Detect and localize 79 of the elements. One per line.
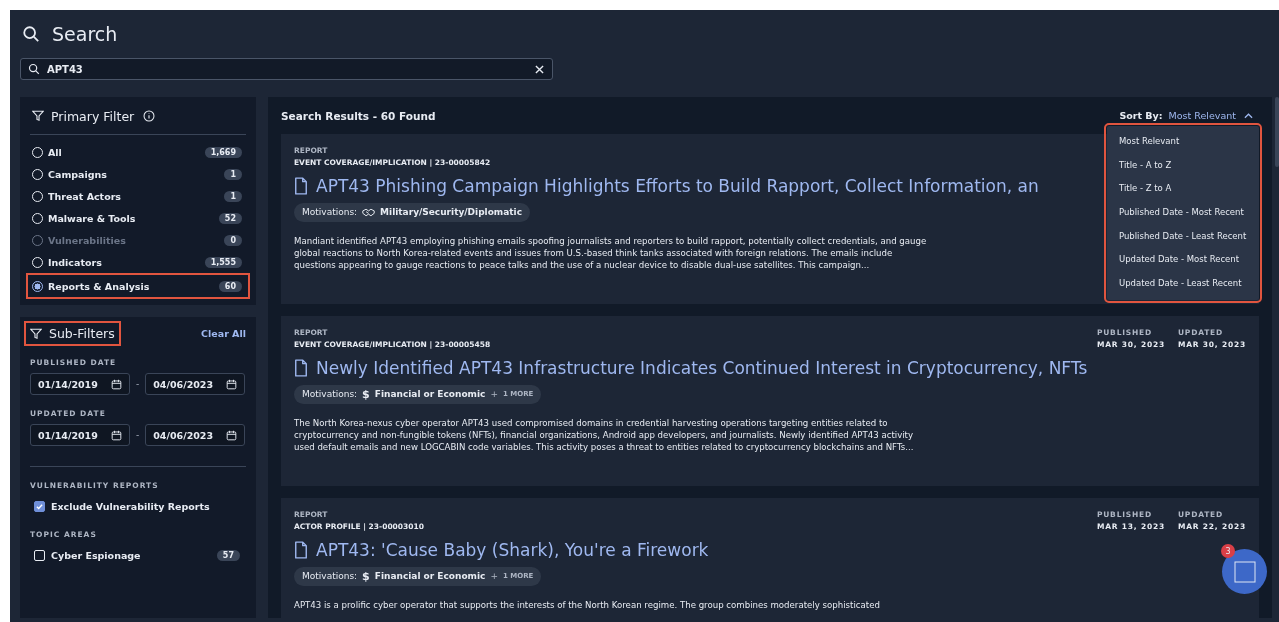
filter-label: Campaigns — [48, 168, 108, 180]
date-field[interactable]: 04/06/2023 — [145, 373, 246, 395]
page-title: Search — [52, 23, 118, 45]
radio-button[interactable] — [32, 280, 43, 292]
motivation-value: Military/Security/Diplomatic — [380, 207, 523, 217]
count-badge: 1,669 — [204, 146, 242, 158]
checkbox[interactable] — [34, 500, 45, 512]
calendar-icon — [226, 429, 238, 441]
date-field[interactable]: 04/06/2023 — [145, 424, 246, 446]
clear-all-link[interactable]: Clear All — [201, 328, 246, 339]
count-badge: 57 — [216, 549, 240, 561]
menu-item[interactable]: Published Date - Most Recent — [1107, 201, 1259, 225]
filter-label: Malware & Tools — [48, 212, 137, 224]
report-summary: APT43 is a prolific cyber operator that supports the interests of the North Korean regime. The group combines moderately sophisticated — [294, 598, 881, 611]
handshake-icon — [362, 207, 376, 217]
dollar-symbol: $ — [362, 387, 370, 401]
search-icon — [22, 25, 40, 43]
image-icon — [1233, 560, 1256, 583]
menu-item[interactable]: Updated Date - Least Recent — [1107, 272, 1259, 296]
panel-title: Primary Filter — [51, 108, 135, 124]
report-summary: The North Korea-nexus cyber operator APT43 used compromised domains in credential harvesting operations targeting entities related to cryptocurrency and non-fungible tokens (NFTs), financial organizations, Android app developers, and journalists. Newly identified APT43 activity used default emails and new LOGCABIN code variables. This activity poses a threat to entities related to cryptocurrency blockchains and NFTs... — [294, 416, 915, 454]
document-icon — [294, 541, 308, 559]
results-heading: Search Results - 60 Found — [281, 109, 436, 122]
panel-title: Sub-Filters — [49, 326, 115, 341]
filter-icon — [30, 327, 42, 340]
count-badge: 60 — [218, 280, 242, 292]
dollar-symbol: $ — [362, 569, 370, 583]
filter-label: Threat Actors — [48, 190, 123, 202]
date-field[interactable]: 01/14/2019 — [30, 373, 130, 395]
menu-item[interactable]: Published Date - Least Recent — [1107, 224, 1259, 249]
checkbox-option[interactable]: Cyber Espionage 57 — [30, 545, 246, 565]
search-field[interactable]: APT43 — [20, 58, 553, 80]
report-title-link[interactable]: APT43 Phishing Campaign Highlights Efforts to Build Rapport, Collect Information, an — [316, 176, 1039, 196]
count-badge: 52 — [218, 212, 242, 224]
filter-icon — [32, 110, 44, 122]
filter-option[interactable]: Malware & Tools 52 — [30, 207, 246, 229]
calendar-icon — [226, 378, 238, 390]
range-separator: - — [136, 430, 140, 440]
info-icon[interactable] — [143, 110, 156, 122]
motivation-value: Financial or Economic — [374, 389, 486, 399]
sort-label: Sort By: — [1119, 110, 1163, 121]
motivation-label: Motivations: — [302, 389, 358, 399]
plus-sign: + — [490, 571, 498, 581]
report-summary: Mandiant identified APT43 employing phishing emails spoofing journalists and reporters to build rapport, potentially collect credentials, and gauge global reactions to North Korea-related events and issues from U.S.-based think tanks associated with foreign relations. The emails include questions appearing to gauge reactions to peace talks and the use of a nuclear device to disable dual-use satellites. This campaign... — [294, 234, 928, 272]
motivation-label: Motivations: — [302, 571, 358, 581]
checkbox-label: Exclude Vulnerability Reports — [51, 500, 211, 512]
range-separator: - — [136, 379, 140, 389]
motivation-label: Motivations: — [302, 207, 358, 217]
count-badge: 1 — [224, 190, 242, 202]
count-badge: 0 — [224, 234, 242, 246]
filter-label: Indicators — [48, 256, 103, 268]
checkbox-label: Cyber Espionage — [51, 549, 142, 561]
report-title-link[interactable]: Newly Identified APT43 Infrastructure Indicates Continued Interest in Cryptocurrency, NFTs — [316, 358, 1088, 378]
filter-option[interactable]: Threat Actors 1 — [30, 185, 246, 207]
search-icon — [28, 63, 40, 75]
report-title-link[interactable]: APT43: 'Cause Baby (Shark), You're a Firework — [316, 540, 709, 560]
close-icon[interactable] — [535, 65, 544, 74]
filter-option[interactable]: Campaigns 1 — [30, 163, 246, 185]
checkbox-option[interactable]: Exclude Vulnerability Reports — [30, 496, 246, 516]
menu-item[interactable]: Title - Z to A — [1107, 177, 1259, 202]
menu-item[interactable]: Updated Date - Most Recent — [1107, 248, 1259, 273]
count-badge: 1,555 — [204, 256, 242, 268]
date-field[interactable]: 01/14/2019 — [30, 424, 130, 446]
filter-option[interactable]: All 1,669 — [30, 141, 246, 163]
filter-label: Vulnerabilities — [48, 234, 127, 246]
filter-option[interactable]: Reports & Analysis 60 — [28, 275, 248, 297]
plus-sign: + — [490, 389, 498, 399]
filter-option[interactable]: Indicators 1,555 — [30, 251, 246, 273]
document-icon — [294, 359, 308, 377]
filter-label: Reports & Analysis — [48, 280, 151, 292]
filter-label: All — [48, 146, 63, 158]
motivation-value: Financial or Economic — [374, 571, 486, 581]
sort-dropdown[interactable]: Most Relevant — [1168, 110, 1253, 121]
calendar-icon — [111, 429, 122, 441]
count-badge: 1 — [224, 168, 242, 180]
document-icon — [294, 177, 308, 195]
menu-item[interactable]: Title - A to Z — [1107, 153, 1259, 178]
calendar-icon — [111, 378, 122, 390]
menu-item[interactable]: Most Relevant — [1107, 130, 1259, 154]
